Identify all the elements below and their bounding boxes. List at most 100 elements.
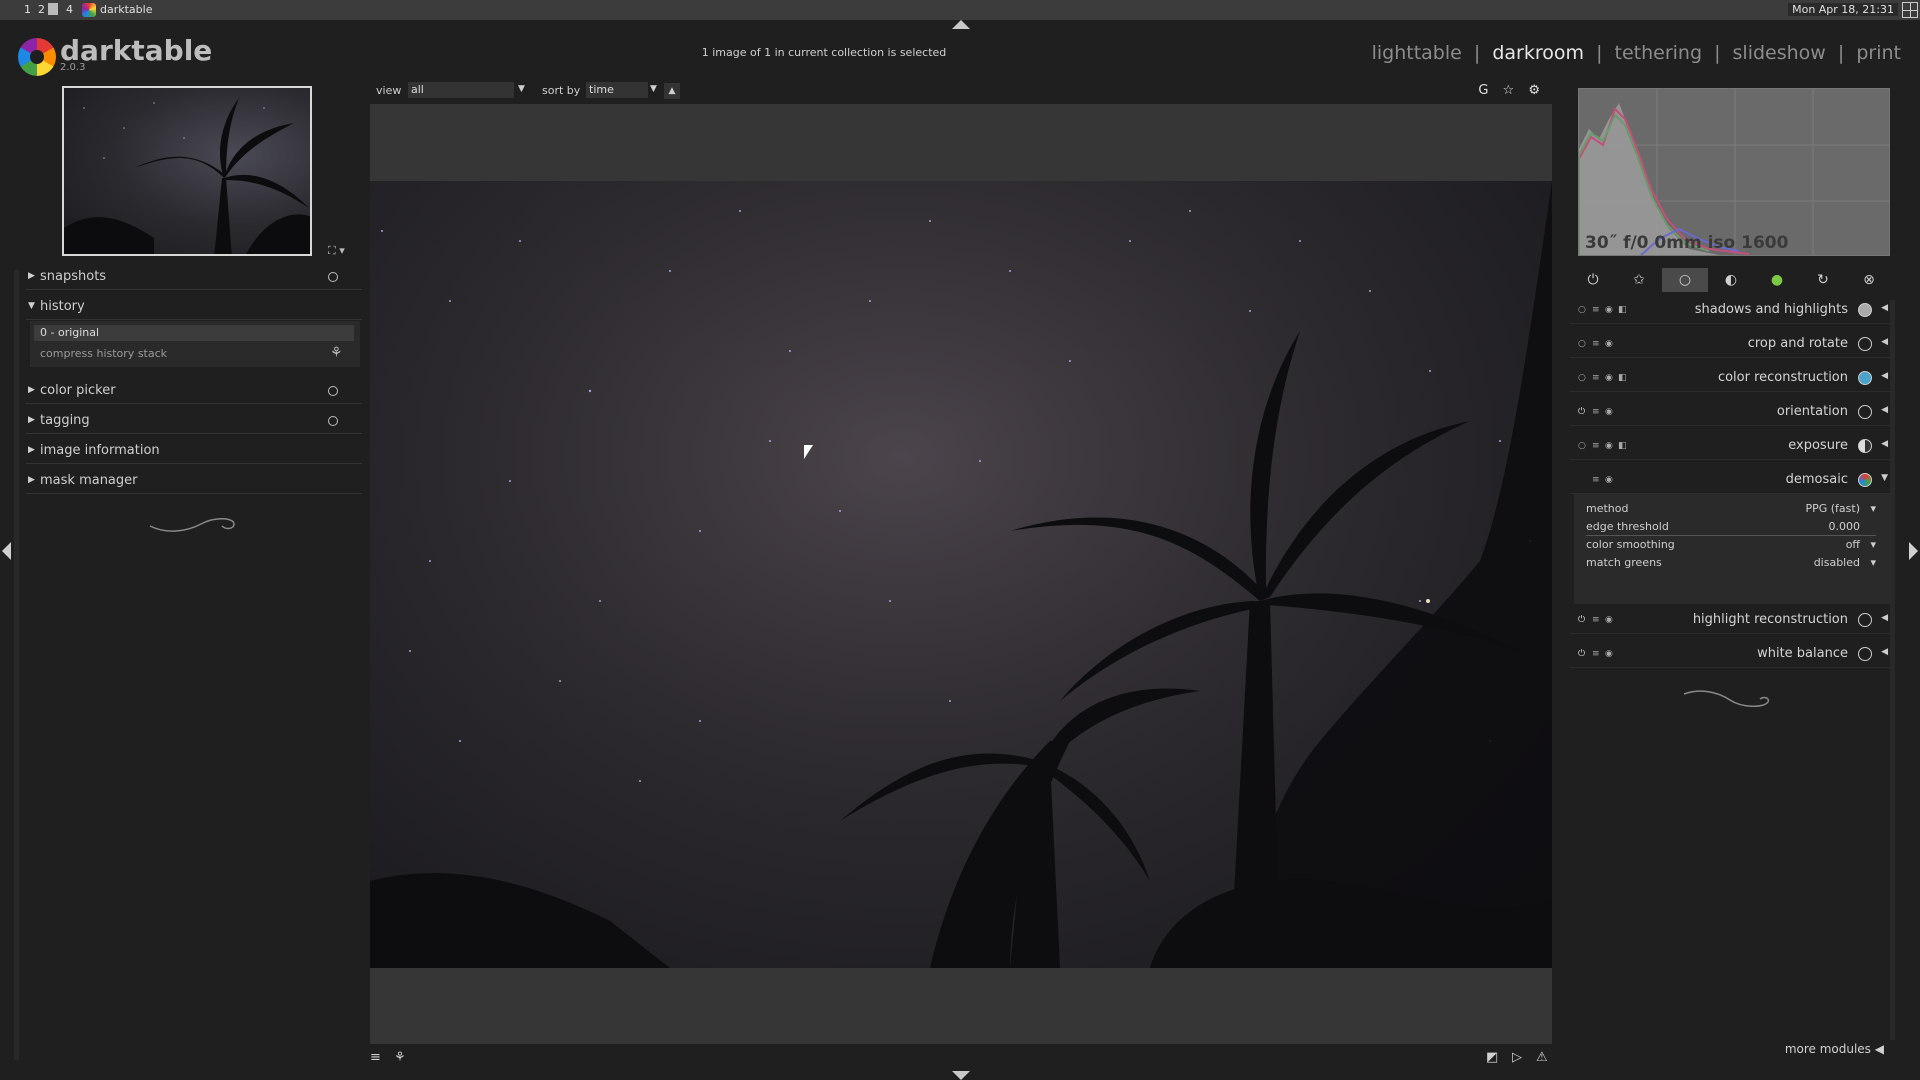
compress-history-button[interactable]: compress history stack bbox=[40, 347, 167, 360]
module-power-icon[interactable]: ○ bbox=[1578, 373, 1586, 383]
collapse-arrow-icon[interactable]: ◀ bbox=[1881, 303, 1888, 313]
module-color-picker[interactable]: ▶ color picker bbox=[26, 380, 362, 404]
collapse-arrow-icon[interactable]: ◀ bbox=[1881, 371, 1888, 381]
basic-group-circle-icon[interactable]: ○ bbox=[1662, 268, 1708, 292]
view-lighttable[interactable]: lighttable bbox=[1372, 42, 1462, 64]
correct-group-icon[interactable]: ↻ bbox=[1800, 268, 1846, 292]
module-presets-icon[interactable]: ≡ bbox=[1592, 407, 1600, 417]
sort-by-select[interactable]: time bbox=[586, 82, 648, 98]
image-preview[interactable] bbox=[370, 181, 1552, 968]
histogram[interactable]: 30˝ f/0 0mm iso 1600 bbox=[1578, 88, 1890, 256]
module-demosaic[interactable]: ≡ ◉ demosaic ▼ bbox=[1570, 466, 1892, 494]
grouping-icon[interactable]: G bbox=[1478, 83, 1488, 98]
module-color-reconstruction[interactable]: ○ ≡ ◉ ◧ color reconstruction ◀ bbox=[1570, 364, 1892, 392]
module-presets-icon[interactable]: ≡ bbox=[1592, 441, 1600, 451]
module-tagging[interactable]: ▶ tagging bbox=[26, 410, 362, 434]
window-title[interactable]: darktable bbox=[100, 3, 152, 16]
module-presets-icon[interactable]: ≡ bbox=[1592, 475, 1600, 485]
module-reset-icon[interactable]: ◉ bbox=[1605, 407, 1613, 417]
tone-group-icon[interactable]: ◐ bbox=[1708, 268, 1754, 292]
gamut-check-icon[interactable]: ⚠ bbox=[1536, 1050, 1548, 1065]
workspace-3-indicator[interactable] bbox=[48, 3, 58, 15]
view-darkroom[interactable]: darkroom bbox=[1492, 42, 1584, 64]
sort-by-dropdown-icon[interactable]: ▼ bbox=[650, 84, 657, 94]
module-power-icon[interactable]: ○ bbox=[1578, 339, 1586, 349]
module-power-icon[interactable]: ⏻ bbox=[1578, 649, 1585, 659]
module-highlight-reconstruction[interactable]: ⏻ ≡ ◉ highlight reconstruction ◀ bbox=[1570, 606, 1892, 634]
module-history[interactable]: ▼ history bbox=[26, 296, 362, 320]
effect-group-icon[interactable]: ⊗ bbox=[1846, 268, 1892, 292]
sort-direction-icon[interactable]: ▲ bbox=[664, 83, 680, 99]
param-match-greens[interactable]: match greens disabled ▾ bbox=[1586, 556, 1876, 572]
color-group-icon[interactable]: ● bbox=[1754, 268, 1800, 292]
darkroom-canvas[interactable] bbox=[370, 104, 1552, 1044]
reset-icon[interactable] bbox=[328, 272, 338, 282]
view-tethering[interactable]: tethering bbox=[1615, 42, 1703, 64]
module-exposure[interactable]: ○ ≡ ◉ ◧ exposure ◀ bbox=[1570, 432, 1892, 460]
thumbnail-options-icon[interactable]: ⛶ ▾ bbox=[328, 244, 345, 258]
module-power-icon[interactable]: ⏻ bbox=[1578, 407, 1585, 417]
module-multi-instance-icon[interactable]: ◧ bbox=[1618, 373, 1627, 383]
layout-grid-icon[interactable] bbox=[1902, 2, 1918, 18]
left-panel-scrollbar[interactable] bbox=[14, 270, 19, 1060]
module-power-icon[interactable]: ○ bbox=[1578, 305, 1586, 315]
module-mask-manager[interactable]: ▶ mask manager bbox=[26, 470, 362, 494]
navigation-thumbnail[interactable] bbox=[62, 86, 312, 256]
quick-styles-icon[interactable]: ⚘ bbox=[394, 1050, 406, 1065]
module-reset-icon[interactable]: ◉ bbox=[1605, 305, 1613, 315]
module-presets-icon[interactable]: ≡ bbox=[1592, 305, 1600, 315]
create-style-icon[interactable]: ⚘ bbox=[330, 345, 343, 361]
module-shadows-and-highlights[interactable]: ○ ≡ ◉ ◧ shadows and highlights ◀ bbox=[1570, 296, 1892, 324]
expand-right-panel-icon[interactable] bbox=[1909, 542, 1918, 560]
collapse-arrow-icon[interactable]: ◀ bbox=[1881, 405, 1888, 415]
quick-presets-menu-icon[interactable]: ≡ bbox=[370, 1050, 381, 1065]
module-white-balance[interactable]: ⏻ ≡ ◉ white balance ◀ bbox=[1570, 640, 1892, 668]
module-power-icon[interactable]: ⏻ bbox=[1578, 615, 1585, 625]
view-slideshow[interactable]: slideshow bbox=[1733, 42, 1826, 64]
collapse-arrow-icon[interactable]: ◀ bbox=[1881, 337, 1888, 347]
reset-icon[interactable] bbox=[328, 386, 338, 396]
preferences-gear-icon[interactable]: ⚙ bbox=[1528, 83, 1540, 98]
expanded-arrow-icon[interactable]: ▼ bbox=[1881, 473, 1888, 483]
module-snapshots[interactable]: ▶ snapshots bbox=[26, 266, 362, 290]
history-item[interactable]: 0 - original bbox=[34, 325, 354, 341]
workspace-1[interactable]: 1 bbox=[24, 3, 31, 16]
reset-icon[interactable] bbox=[328, 416, 338, 426]
param-edge-threshold-slider[interactable]: edge threshold 0.000 bbox=[1586, 520, 1876, 536]
more-modules-button[interactable]: more modules ◀ bbox=[1785, 1042, 1884, 1056]
module-multi-instance-icon[interactable]: ◧ bbox=[1618, 441, 1627, 451]
module-reset-icon[interactable]: ◉ bbox=[1605, 373, 1613, 383]
view-filter-dropdown-icon[interactable]: ▼ bbox=[518, 84, 525, 94]
module-multi-instance-icon[interactable]: ◧ bbox=[1618, 305, 1627, 315]
module-image-information[interactable]: ▶ image information bbox=[26, 440, 362, 464]
module-reset-icon[interactable]: ◉ bbox=[1605, 649, 1613, 659]
workspace-2[interactable]: 2 bbox=[38, 3, 45, 16]
module-presets-icon[interactable]: ≡ bbox=[1592, 649, 1600, 659]
favorites-icon[interactable]: ✩ bbox=[1616, 268, 1662, 292]
view-print[interactable]: print bbox=[1856, 42, 1901, 64]
module-presets-icon[interactable]: ≡ bbox=[1592, 373, 1600, 383]
overexposed-toggle-icon[interactable]: ◩ bbox=[1486, 1050, 1498, 1065]
param-method[interactable]: method PPG (fast) ▾ bbox=[1586, 502, 1876, 518]
module-reset-icon[interactable]: ◉ bbox=[1605, 615, 1613, 625]
softproof-toggle-icon[interactable]: ▷ bbox=[1512, 1050, 1522, 1065]
module-reset-icon[interactable]: ◉ bbox=[1605, 441, 1613, 451]
workspace-4[interactable]: 4 bbox=[66, 3, 73, 16]
module-reset-icon[interactable]: ◉ bbox=[1605, 339, 1613, 349]
active-modules-power-icon[interactable]: ⏻ bbox=[1570, 268, 1616, 292]
star-icon[interactable]: ☆ bbox=[1503, 83, 1515, 98]
collapse-arrow-icon[interactable]: ◀ bbox=[1881, 613, 1888, 623]
module-power-icon[interactable]: ○ bbox=[1578, 441, 1586, 451]
collapse-arrow-icon[interactable]: ◀ bbox=[1881, 439, 1888, 449]
collapse-top-panel-icon[interactable] bbox=[952, 20, 970, 29]
expand-left-panel-icon[interactable] bbox=[2, 542, 11, 560]
module-orientation[interactable]: ⏻ ≡ ◉ orientation ◀ bbox=[1570, 398, 1892, 426]
collapse-bottom-panel-icon[interactable] bbox=[952, 1071, 970, 1080]
module-reset-icon[interactable]: ◉ bbox=[1605, 475, 1613, 485]
view-filter-select[interactable]: all bbox=[408, 82, 514, 98]
module-presets-icon[interactable]: ≡ bbox=[1592, 615, 1600, 625]
collapse-arrow-icon[interactable]: ◀ bbox=[1881, 647, 1888, 657]
module-presets-icon[interactable]: ≡ bbox=[1592, 339, 1600, 349]
param-color-smoothing[interactable]: color smoothing off ▾ bbox=[1586, 538, 1876, 554]
module-crop-and-rotate[interactable]: ○ ≡ ◉ crop and rotate ◀ bbox=[1570, 330, 1892, 358]
